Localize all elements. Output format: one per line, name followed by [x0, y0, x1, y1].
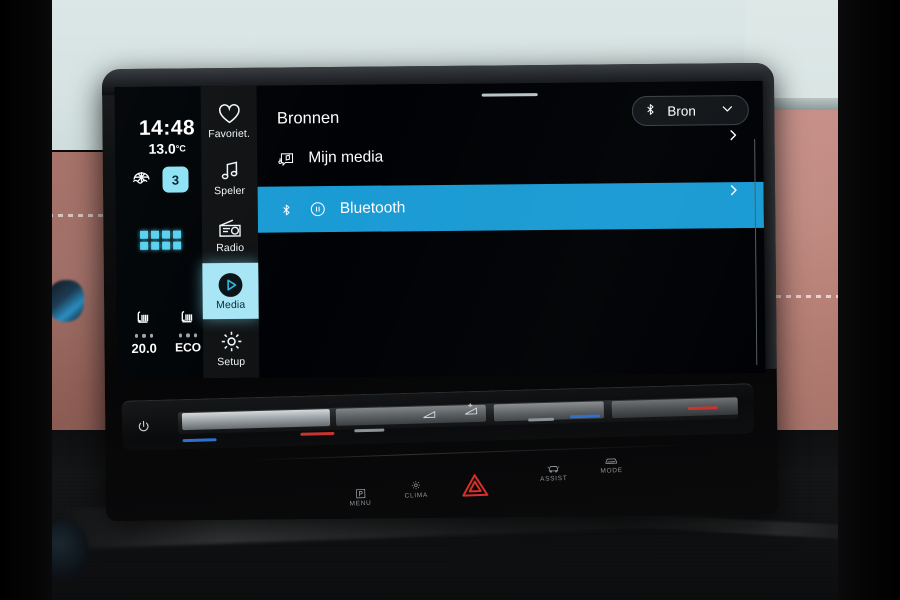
infotainment-screen[interactable]: 14:48 13.0°C 3 20.0 ECO Favoriet. Speler…: [114, 80, 766, 380]
mode-button[interactable]: MODE: [585, 453, 638, 476]
windshield-defrost-icon[interactable]: [130, 169, 152, 191]
outside-temperature-value: 13.0: [148, 140, 176, 157]
app-grid-cell: [151, 241, 160, 250]
temperature-unit: °C: [175, 143, 186, 154]
app-grid-cell: [150, 230, 160, 239]
rail-item-setup[interactable]: Setup: [203, 320, 260, 377]
volume-down-icon[interactable]: [422, 409, 438, 421]
assist-button-label: ASSIST: [540, 474, 568, 483]
app-grid-cell: [161, 230, 171, 239]
list-item-label: Bluetooth: [339, 199, 406, 217]
chevron-right-icon: [726, 182, 742, 202]
bluetooth-icon: [276, 200, 296, 219]
list-item-label: Mijn media: [308, 148, 384, 167]
outside-temperature: 13.0°C: [148, 140, 186, 157]
drag-handle[interactable]: [481, 93, 538, 97]
status-climate-column: 14:48 13.0°C 3 20.0 ECO: [114, 86, 204, 380]
chevron-down-icon: [720, 101, 735, 119]
rail-item-label: Favoriet.: [208, 127, 250, 140]
mode-button-label: MODE: [600, 467, 623, 475]
rail-item-speler[interactable]: Speler: [201, 149, 258, 206]
app-grid-cell: [140, 241, 149, 250]
menu-button[interactable]: MENU: [334, 485, 387, 508]
clock: 14:48: [138, 116, 196, 140]
radio-icon: [217, 214, 243, 240]
source-list: Mijn media Bluetooth: [257, 130, 764, 233]
slider-marker-cold-left: [182, 438, 217, 443]
seat-heating-icon: [123, 307, 165, 331]
menu-button-label: MENU: [349, 499, 372, 508]
app-grid-cell: [173, 241, 182, 250]
rail-item-label: Setup: [217, 355, 246, 368]
play-circle-icon: [217, 271, 243, 297]
assist-icon: [527, 461, 579, 477]
app-grid-icon[interactable]: [139, 230, 182, 252]
bluetooth-icon: [644, 101, 657, 121]
clima-button[interactable]: CLIMA: [390, 477, 443, 500]
slider-marker-mid: [354, 428, 385, 433]
volume-up-icon[interactable]: [462, 402, 480, 418]
rail-item-label: Radio: [216, 241, 245, 254]
frame-vignette-left: [0, 0, 52, 600]
gear-icon: [218, 328, 243, 354]
main-panel: Bronnen Bron Mijn media Bluetooth: [256, 80, 766, 378]
car-interior-scene: 14:48 13.0°C 3 20.0 ECO Favoriet. Speler…: [0, 0, 900, 600]
driver-heat-level: [123, 333, 165, 338]
drive-mode-icon: [585, 453, 637, 469]
driver-temperature: 20.0: [123, 340, 165, 355]
assist-button[interactable]: ASSIST: [527, 461, 580, 484]
rail-item-media[interactable]: Media: [202, 262, 259, 320]
my-media-icon: [275, 149, 295, 168]
slider-marker-warm-left: [300, 431, 335, 436]
power-icon[interactable]: [136, 419, 151, 434]
driver-temperature-value: 20.0: [131, 340, 157, 356]
climate-fan-icon: [390, 477, 442, 493]
source-select-button[interactable]: Bron: [632, 95, 750, 127]
source-select-label: Bron: [667, 103, 696, 119]
music-note-icon: [217, 157, 241, 183]
list-item-mijn-media[interactable]: Mijn media: [257, 130, 763, 180]
frame-vignette-right: [838, 0, 900, 600]
app-grid-cell: [162, 241, 171, 250]
list-item-bluetooth[interactable]: Bluetooth: [257, 181, 764, 233]
fan-speed-badge[interactable]: 3: [162, 166, 189, 193]
clima-button-label: CLIMA: [404, 491, 429, 500]
slider-segment-right[interactable]: [611, 397, 739, 419]
park-menu-icon: [334, 485, 386, 501]
rail-item-label: Media: [216, 298, 246, 311]
navigation-rail: Favoriet. Speler Radio Media Setup: [200, 85, 260, 379]
app-grid-cell: [172, 230, 182, 239]
climate-seat-controls: 20.0 ECO: [117, 306, 204, 369]
heart-icon: [216, 100, 241, 126]
driver-climate-control[interactable]: 20.0: [123, 307, 165, 356]
hazard-triangle-icon[interactable]: [460, 472, 491, 499]
page-title: Bronnen: [276, 108, 340, 128]
chevron-right-icon: [725, 127, 741, 147]
rail-item-label: Speler: [214, 184, 246, 197]
pause-circle-icon: [309, 200, 327, 218]
app-grid-cell: [139, 230, 149, 239]
rail-item-favoriet[interactable]: Favoriet.: [201, 92, 258, 149]
rail-item-radio[interactable]: Radio: [202, 206, 259, 263]
